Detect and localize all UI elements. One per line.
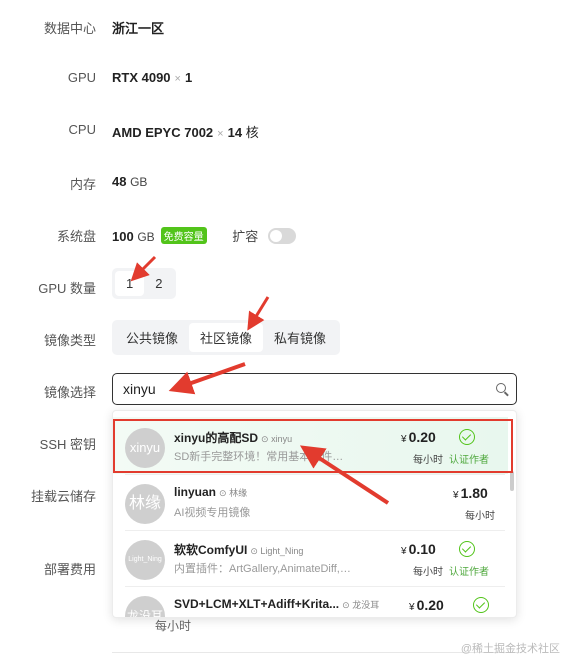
arrow-selected-item — [299, 445, 390, 505]
arrow-search — [168, 362, 246, 395]
annotation-arrows — [130, 255, 390, 505]
arrow-gpu-count — [130, 255, 157, 282]
watermark: @稀土掘金技术社区 — [460, 643, 560, 655]
arrow-community-tab — [247, 296, 270, 331]
